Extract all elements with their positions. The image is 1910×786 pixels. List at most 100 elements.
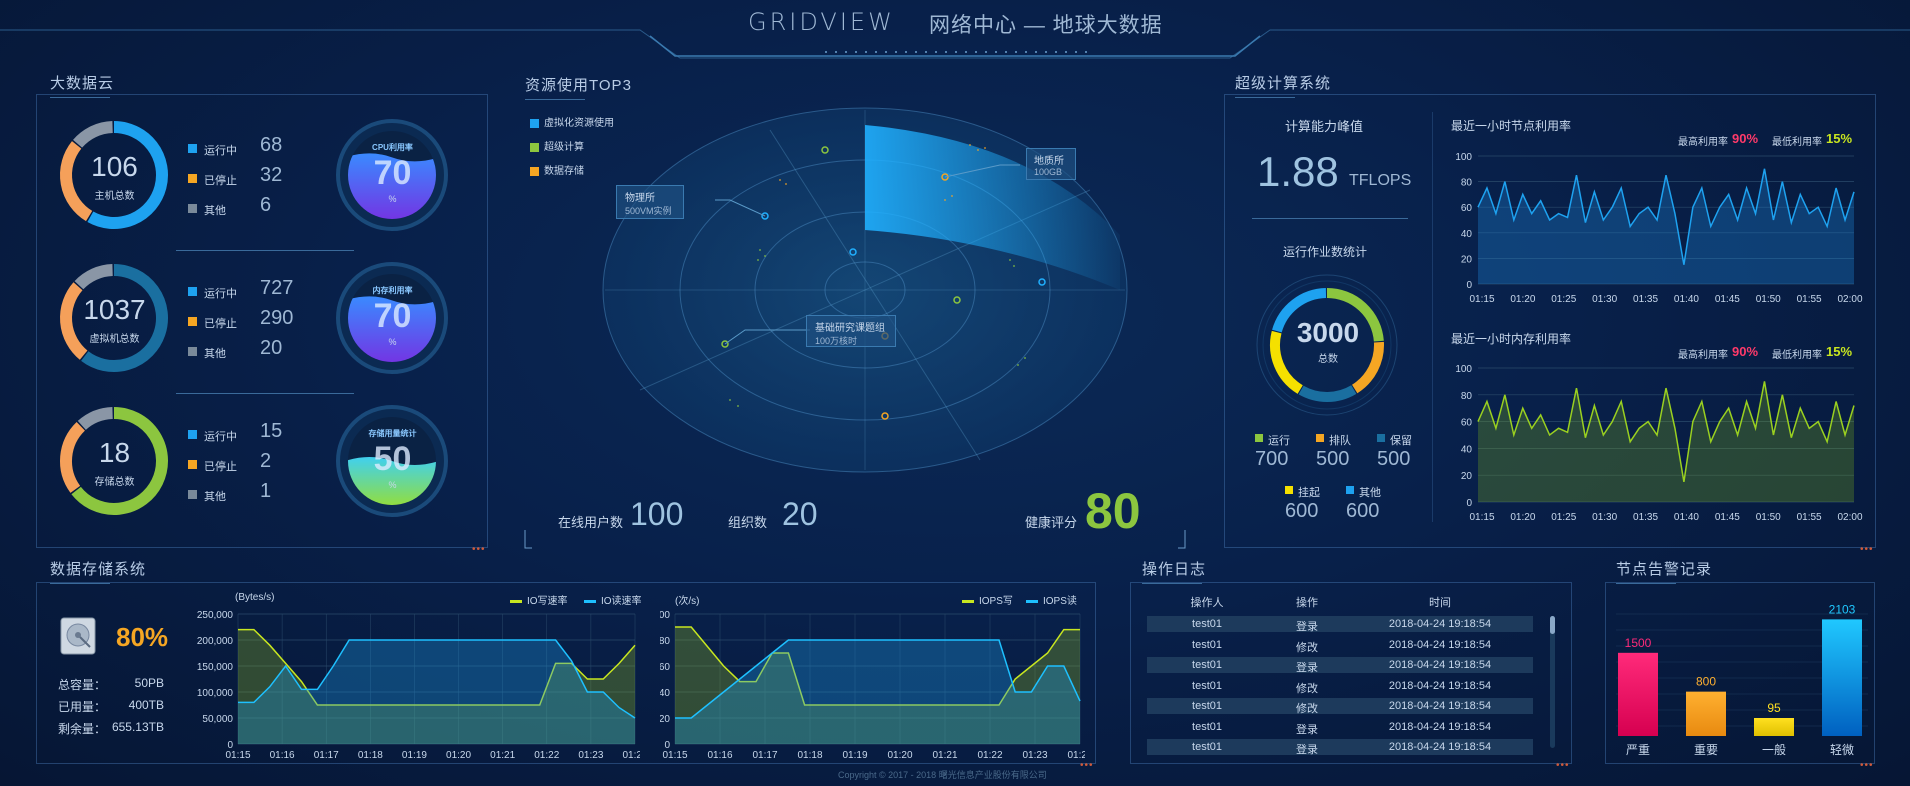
x-tick-label: 01:45 [1715,512,1740,523]
area-fill [1478,168,1854,284]
x-tick-label: 01:45 [1715,294,1740,305]
y-tick-label: 100 [660,610,670,621]
job-value: 500 [1377,448,1411,470]
donut-segment [73,121,114,148]
table-row[interactable]: test01 登录 2018-04-24 19:18:54 [1147,739,1533,756]
storage-stat-label: 已用量： [58,700,107,714]
x-tick-label: 02:00 [1837,512,1862,523]
table-cell: 登录 [1296,744,1318,756]
table-cell: 登录 [1296,723,1318,736]
x-tick-label: 01:30 [1592,512,1617,523]
status-value: 15 [260,420,283,442]
status-value: 2 [260,450,272,472]
corner-dots: ••• [1556,760,1570,771]
gauge-label: 内存利用率 [372,286,413,295]
category-label: 重要 [1694,743,1718,757]
y-tick-label: 80 [1461,178,1473,189]
status-swatch [188,460,197,469]
col-header: 操作人 [1190,597,1224,609]
alarm-bar [1686,691,1726,736]
y-tick-label: 100 [1455,152,1472,163]
gauge-value: 70 [373,297,412,335]
radar-tag[interactable]: 物理所 500VM实例 [616,185,684,219]
gauge-label: CPU利用率 [372,143,413,152]
table-cell: 2018-04-24 19:18:54 [1388,741,1492,753]
area-fill [1478,381,1854,502]
group-total: 18 [98,437,131,468]
storage-stat-label: 总容量： [58,678,107,692]
category-label: 一般 [1762,742,1786,757]
x-tick-label: 01:22 [534,750,559,761]
scrollbar[interactable] [1550,616,1555,748]
y-tick-label: 0 [1466,498,1472,509]
gauge-label: 存储用量统计 [368,429,417,438]
panel-title-super: 超级计算系统 [1235,72,1331,98]
radar-tag[interactable]: 地质所 100GB [1026,148,1076,180]
table-cell: 修改 [1296,703,1318,715]
node-max-value: 90% [1732,131,1759,146]
divider [176,250,354,251]
node-chart-title: 最近一小时节点利用率 [1451,119,1572,133]
storage-stat-value: 655.13TB [111,720,164,734]
x-tick-label: 01:55 [1797,512,1822,523]
job-label: 排队 [1329,435,1351,447]
x-tick-label: 01:40 [1674,294,1699,305]
table-cell: test01 [1192,618,1222,630]
x-tick-label: 01:19 [842,750,867,761]
table-row[interactable]: test01 修改 2018-04-24 19:18:54 [1147,698,1533,715]
x-tick-label: 01:23 [1022,750,1047,761]
radar-tag[interactable]: 基础研究课题组 100万核时 [806,315,896,347]
y-tick-label: 40 [1461,229,1473,240]
table-row[interactable]: test01 修改 2018-04-24 19:18:54 [1147,678,1533,695]
x-tick-label: 01:50 [1756,294,1781,305]
x-tick-label: 01:55 [1797,294,1822,305]
bar-value-label: 95 [1767,701,1781,715]
col-header: 时间 [1429,597,1451,609]
job-swatch [1285,486,1293,494]
y-tick-label: 60 [660,662,670,673]
status-value: 290 [260,307,294,329]
panel-title-alarm: 节点告警记录 [1616,558,1712,584]
x-tick-label: 01:20 [1510,294,1535,305]
table-cell: 2018-04-24 19:18:54 [1388,638,1492,651]
table-row[interactable]: test01 登录 2018-04-24 19:18:54 [1147,616,1533,633]
x-tick-label: 01:22 [977,750,1002,761]
donut-segment [77,407,114,431]
status-label: 运行中 [204,145,237,157]
node-min-value: 15% [1826,131,1853,146]
io-rate-chart: 050,000100,000150,000200,000250,00001:15… [197,610,640,761]
table-cell: test01 [1192,638,1222,651]
area-fill [238,640,635,744]
io-unit: (Bytes/s) [235,592,275,603]
x-tick-label: 01:21 [932,750,957,761]
page-title: 网络中心 — 地球大数据 [929,14,1163,37]
x-tick-label: 01:35 [1633,512,1658,523]
table-row[interactable]: test01 登录 2018-04-24 19:18:54 [1147,657,1533,674]
y-tick-label: 60 [1461,203,1473,214]
gauge-unit: % [388,480,397,490]
group-total: 1037 [83,294,146,325]
corner-dots: ••• [1080,760,1094,771]
group-total-label: 存储总数 [94,477,135,488]
x-tick-label: 01:21 [490,750,515,761]
x-tick-label: 01:17 [752,750,777,761]
table-cell: 2018-04-24 19:18:54 [1388,700,1492,712]
status-label: 已停止 [204,318,237,330]
table-cell: 登录 [1296,662,1318,674]
status-swatch [188,490,197,499]
table-cell: test01 [1192,741,1222,753]
table-row[interactable]: test01 修改 2018-04-24 19:18:54 [1147,637,1533,654]
panel-title-bigdata: 大数据云 [50,72,114,98]
table-row[interactable]: test01 登录 2018-04-24 19:18:54 [1147,719,1533,736]
x-tick-label: 01:19 [402,750,427,761]
x-tick-label: 01:15 [1469,294,1494,305]
y-tick-label: 20 [1461,471,1473,482]
y-tick-label: 150,000 [197,662,234,673]
gauge-value: 70 [373,154,412,192]
status-label: 其他 [204,348,226,360]
x-tick-label: 01:40 [1674,512,1699,523]
status-swatch [188,204,197,213]
mem-min-value: 15% [1826,344,1853,359]
table-cell: test01 [1192,720,1222,733]
status-swatch [188,430,197,439]
